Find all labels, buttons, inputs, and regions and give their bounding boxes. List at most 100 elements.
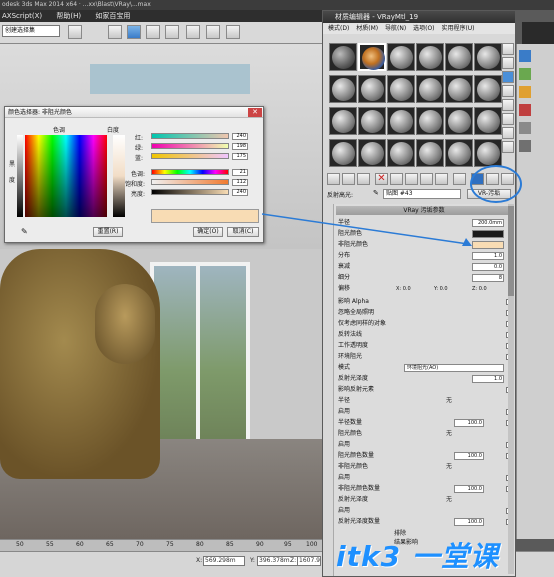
blackness-strip[interactable] [17,135,23,217]
material-slot[interactable] [329,43,357,71]
param-value[interactable]: 1.0 [472,252,504,260]
map-amount[interactable]: 100.0 [454,518,484,526]
render-setup-icon[interactable] [108,25,122,39]
reset-map-icon[interactable]: ✕ [375,173,388,185]
make-unique-icon[interactable] [405,173,418,185]
menu-options[interactable]: 选项(O) [413,25,434,32]
map-none-button[interactable]: 无 [446,429,452,439]
eyedropper-icon[interactable]: ✎ [373,189,381,199]
material-slot[interactable] [416,107,444,135]
select-by-material-icon[interactable] [502,141,514,153]
map-amount[interactable]: 100.0 [454,452,484,460]
material-slot[interactable] [387,107,415,135]
options-icon[interactable] [502,127,514,139]
material-slot[interactable] [474,107,502,135]
render-icon[interactable] [165,25,179,39]
ok-button[interactable]: 确定(O) [193,227,223,237]
hue-spinner[interactable]: 21 [232,169,248,176]
utilities-icon[interactable] [519,140,531,152]
backlight-icon[interactable] [502,57,514,69]
undo-icon[interactable] [68,25,82,39]
material-slot[interactable] [358,75,386,103]
eyedropper-icon[interactable]: ✎ [21,227,31,237]
green-spinner[interactable]: 198 [232,143,248,150]
hue-slider[interactable] [151,169,229,175]
material-slot[interactable] [445,107,473,135]
display-icon[interactable] [519,122,531,134]
timeline[interactable]: 50 55 60 65 70 75 80 85 90 95 100 [0,539,322,551]
param-value[interactable]: 0.0 [472,263,504,271]
material-slot[interactable] [416,139,444,167]
hue-field[interactable] [25,135,107,217]
material-slot[interactable] [416,43,444,71]
material-slot[interactable] [474,139,502,167]
unoccluded-color-swatch[interactable] [472,241,504,249]
uv-tiling-icon[interactable] [502,85,514,97]
menu-help[interactable]: 帮助(H) [54,12,81,20]
map-amount[interactable]: 100.0 [454,419,484,427]
param-value[interactable]: 8 [472,274,504,282]
value-slider[interactable] [151,189,229,195]
create-icon[interactable] [519,50,531,62]
video-color-icon[interactable] [502,99,514,111]
z-coord-field[interactable]: 1607.9 [297,556,321,566]
material-slot[interactable] [387,43,415,71]
modify-icon[interactable] [519,68,531,80]
make-preview-icon[interactable] [502,113,514,125]
material-slot[interactable] [329,139,357,167]
value-spinner[interactable]: 240 [232,189,248,196]
map-none-button[interactable]: 无 [446,396,452,406]
offset-x-field[interactable]: X: 0.0 [396,284,411,294]
teapot-icon[interactable] [206,25,220,39]
green-slider[interactable] [151,143,229,149]
cancel-button[interactable]: 取消(C) [227,227,259,237]
material-slot[interactable] [445,139,473,167]
rollout-scrollbar[interactable] [508,204,514,574]
map-none-button[interactable]: 无 [446,495,452,505]
render-frame-icon[interactable] [146,25,160,39]
material-slot[interactable] [474,43,502,71]
menu-utilities[interactable]: 实用程序(U) [441,25,474,32]
quick-render-icon[interactable] [226,25,240,39]
red-spinner[interactable]: 240 [232,133,248,140]
material-slot[interactable] [329,107,357,135]
background-icon[interactable] [502,71,514,83]
put-to-scene-icon[interactable] [342,173,355,185]
reset-button[interactable]: 重置(R) [93,227,123,237]
hierarchy-icon[interactable] [519,86,531,98]
occluded-color-swatch[interactable] [472,230,504,238]
put-to-library-icon[interactable] [420,173,433,185]
material-slot[interactable] [387,139,415,167]
material-slot[interactable] [445,43,473,71]
selection-set-dropdown[interactable]: 创建选择集 [2,25,60,37]
material-slot[interactable] [474,75,502,103]
x-coord-field[interactable]: 569.298m [203,556,245,566]
material-slot[interactable] [387,75,415,103]
material-slot[interactable] [358,43,386,71]
show-map-icon[interactable] [453,173,466,185]
sample-type-icon[interactable] [502,43,514,55]
scrollbar-thumb[interactable] [508,206,514,296]
get-material-icon[interactable] [327,173,340,185]
param-value[interactable]: 200.0mm [472,219,504,227]
map-none-button[interactable]: 无 [446,462,452,472]
menu-navigation[interactable]: 导航(N) [385,25,406,32]
menu-maxscript[interactable]: AXScript(X) [0,12,42,20]
material-id-icon[interactable] [435,173,448,185]
material-editor-icon[interactable] [127,25,141,39]
red-slider[interactable] [151,133,229,139]
copy-material-icon[interactable] [390,173,403,185]
close-icon[interactable]: ✕ [248,108,262,117]
offset-y-field[interactable]: Y: 0.0 [434,284,448,294]
param-value[interactable]: 1.0 [472,375,504,383]
material-slot[interactable] [445,75,473,103]
menu-mode[interactable]: 模式(D) [328,25,349,32]
blue-slider[interactable] [151,153,229,159]
map-amount[interactable]: 100.0 [454,485,484,493]
saturation-slider[interactable] [151,179,229,185]
whiteness-strip[interactable] [113,135,125,217]
map-name-field[interactable]: 贴图 #43 [383,189,461,199]
saturation-spinner[interactable]: 112 [232,179,248,186]
motion-icon[interactable] [519,104,531,116]
render-production-icon[interactable] [186,25,200,39]
